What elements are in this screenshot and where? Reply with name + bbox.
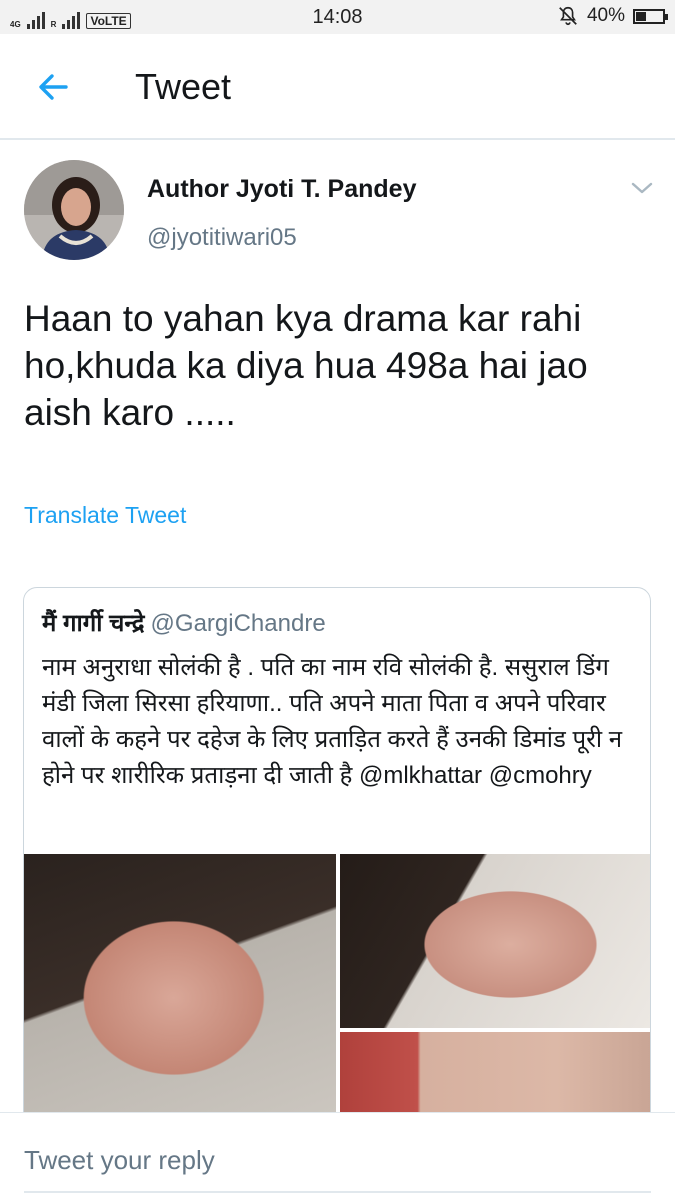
- battery-icon: [633, 8, 668, 24]
- author-handle[interactable]: @jyotitiwari05: [147, 224, 297, 252]
- back-arrow-icon[interactable]: [34, 70, 74, 104]
- tweet-text: Haan to yahan kya drama kar rahi ho,khud…: [24, 298, 588, 433]
- author-name[interactable]: Author Jyoti T. Pandey: [147, 175, 416, 204]
- battery-percent: 40%: [586, 5, 625, 26]
- translate-tweet-link[interactable]: Translate Tweet: [24, 502, 186, 529]
- status-bar-right: 40%: [557, 5, 668, 27]
- media-photo-2[interactable]: [340, 854, 650, 1028]
- reply-bar: Tweet your reply: [0, 1112, 675, 1201]
- status-bar: 4G R VoLTE 14:08 40%: [0, 0, 675, 34]
- page-title: Tweet: [135, 66, 232, 107]
- chevron-down-icon[interactable]: [630, 180, 654, 196]
- quoted-tweet-media[interactable]: [24, 854, 650, 1146]
- author-avatar[interactable]: [24, 160, 124, 260]
- mute-bell-icon: [559, 6, 577, 26]
- media-photo-1[interactable]: [24, 854, 336, 1146]
- avatar-image: [24, 160, 124, 260]
- top-app-bar: Tweet: [0, 34, 675, 140]
- quoted-author-handle: @GargiChandre: [150, 610, 326, 637]
- reply-underline: [24, 1191, 651, 1193]
- quoted-tweet-header: मैं गार्गी चन्द्रे @GargiChandre: [42, 606, 326, 639]
- quoted-tweet-text: नाम अनुराधा सोलंकी है . पति का नाम रवि स…: [42, 654, 623, 789]
- quoted-tweet-card[interactable]: मैं गार्गी चन्द्रे @GargiChandre नाम अनुर…: [23, 587, 651, 1147]
- quoted-author-name: मैं गार्गी चन्द्रे: [42, 610, 145, 637]
- reply-input[interactable]: Tweet your reply: [24, 1145, 215, 1176]
